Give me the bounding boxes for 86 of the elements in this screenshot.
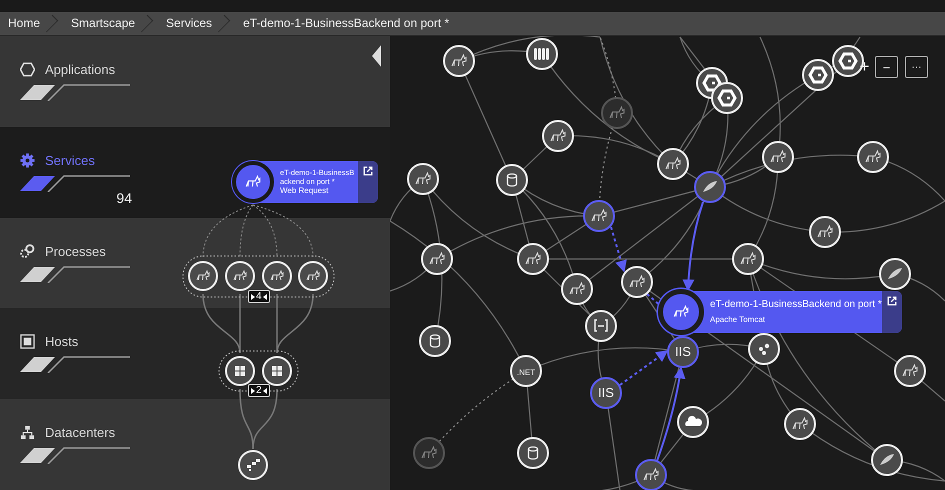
rings-icon	[20, 244, 35, 259]
layer-name: Applications	[45, 62, 116, 77]
more-button[interactable]: ···	[905, 56, 928, 78]
cat-icon	[770, 150, 786, 162]
process-node[interactable]	[262, 261, 292, 291]
service-title: eT-demo-1-BusinessBackend on port *	[710, 298, 882, 312]
cat-icon	[592, 208, 606, 222]
cat-icon	[630, 274, 644, 288]
layer-name: Hosts	[45, 334, 78, 350]
dots-icon	[759, 344, 770, 355]
hexagon-icon	[808, 66, 828, 84]
cat-icon	[610, 106, 624, 118]
hexagon-icon	[20, 62, 35, 77]
cat-icon	[234, 270, 246, 280]
cat-icon	[306, 270, 320, 280]
cat-icon	[416, 172, 430, 184]
feather-icon	[703, 181, 717, 192]
breadcrumb-link[interactable]: Home	[0, 12, 50, 35]
focus-node[interactable]	[658, 289, 704, 335]
cat-icon	[570, 282, 584, 294]
cat-icon	[792, 416, 808, 430]
cat-icon	[526, 252, 540, 264]
frame-icon	[20, 334, 35, 350]
breadcrumb-link[interactable]: Services	[158, 12, 222, 35]
service-node[interactable]	[667, 336, 699, 368]
service-node[interactable]	[583, 200, 615, 232]
collapse-icon[interactable]	[372, 45, 381, 67]
hexagon-icon	[702, 74, 722, 92]
datacenter-node[interactable]	[238, 450, 268, 480]
window-grid-icon	[272, 366, 282, 376]
process-node[interactable]	[225, 261, 255, 291]
layer-row[interactable]: Applications	[0, 36, 390, 127]
cat-icon	[550, 128, 566, 142]
open-link-button[interactable]	[358, 161, 378, 203]
breadcrumb-link[interactable]: Smartscape	[63, 12, 146, 35]
cat-icon	[866, 150, 880, 162]
external-link-icon	[887, 296, 897, 306]
external-link-icon	[363, 166, 373, 176]
cat-icon	[430, 252, 444, 264]
node-label: IIS	[598, 385, 614, 400]
cat-icon	[740, 252, 756, 264]
service-node[interactable]	[413, 437, 445, 469]
layer-count: 94	[116, 190, 132, 206]
hexagon-icon	[717, 90, 737, 106]
service-node[interactable]	[694, 171, 726, 203]
feather-icon	[880, 454, 894, 465]
cat-icon	[818, 224, 832, 238]
gear-icon	[20, 152, 35, 168]
layer-name: Processes	[45, 244, 106, 259]
network-icon	[247, 459, 260, 471]
service-node[interactable]	[601, 97, 633, 129]
group-count-badge[interactable]: 4	[248, 290, 270, 303]
cloud-icon	[685, 416, 702, 426]
bracket-icon	[594, 319, 608, 332]
process-node[interactable]	[298, 261, 328, 291]
database-icon	[528, 446, 538, 460]
service-technology: Apache Tomcat	[710, 314, 766, 326]
cat-icon	[452, 54, 466, 66]
service-node[interactable]	[590, 377, 622, 409]
database-icon	[430, 334, 440, 348]
cat-icon	[644, 468, 658, 480]
cat-icon	[902, 364, 918, 376]
layer-name: Datacenters	[45, 425, 116, 440]
zoom-out-button[interactable]: −	[875, 56, 898, 78]
group-count-badge[interactable]: 2	[248, 384, 270, 397]
cat-icon	[666, 156, 680, 170]
hexagon-icon	[838, 52, 858, 70]
open-link-button[interactable]	[882, 291, 902, 333]
cat-icon	[196, 270, 210, 280]
layer-name: Services	[45, 152, 95, 168]
dotted-connection-arrow	[619, 350, 668, 386]
process-node[interactable]	[188, 261, 218, 291]
disks-icon	[534, 48, 549, 60]
database-icon	[506, 173, 518, 187]
cat-icon	[422, 446, 436, 458]
service-type: Web Request	[280, 186, 330, 196]
node-label: IIS	[675, 344, 691, 359]
feather-icon	[888, 268, 902, 279]
window-grid-icon	[235, 366, 245, 376]
node-label: .NET	[516, 368, 536, 377]
dotted-connection-arrow	[610, 226, 627, 272]
service-node[interactable]	[635, 459, 667, 490]
cat-icon	[270, 270, 284, 280]
layer-row[interactable]: Datacenters	[0, 399, 390, 490]
breadcrumb-link[interactable]: eT-demo-1-BusinessBackend on port *	[235, 12, 460, 35]
hierarchy-icon	[20, 425, 35, 440]
